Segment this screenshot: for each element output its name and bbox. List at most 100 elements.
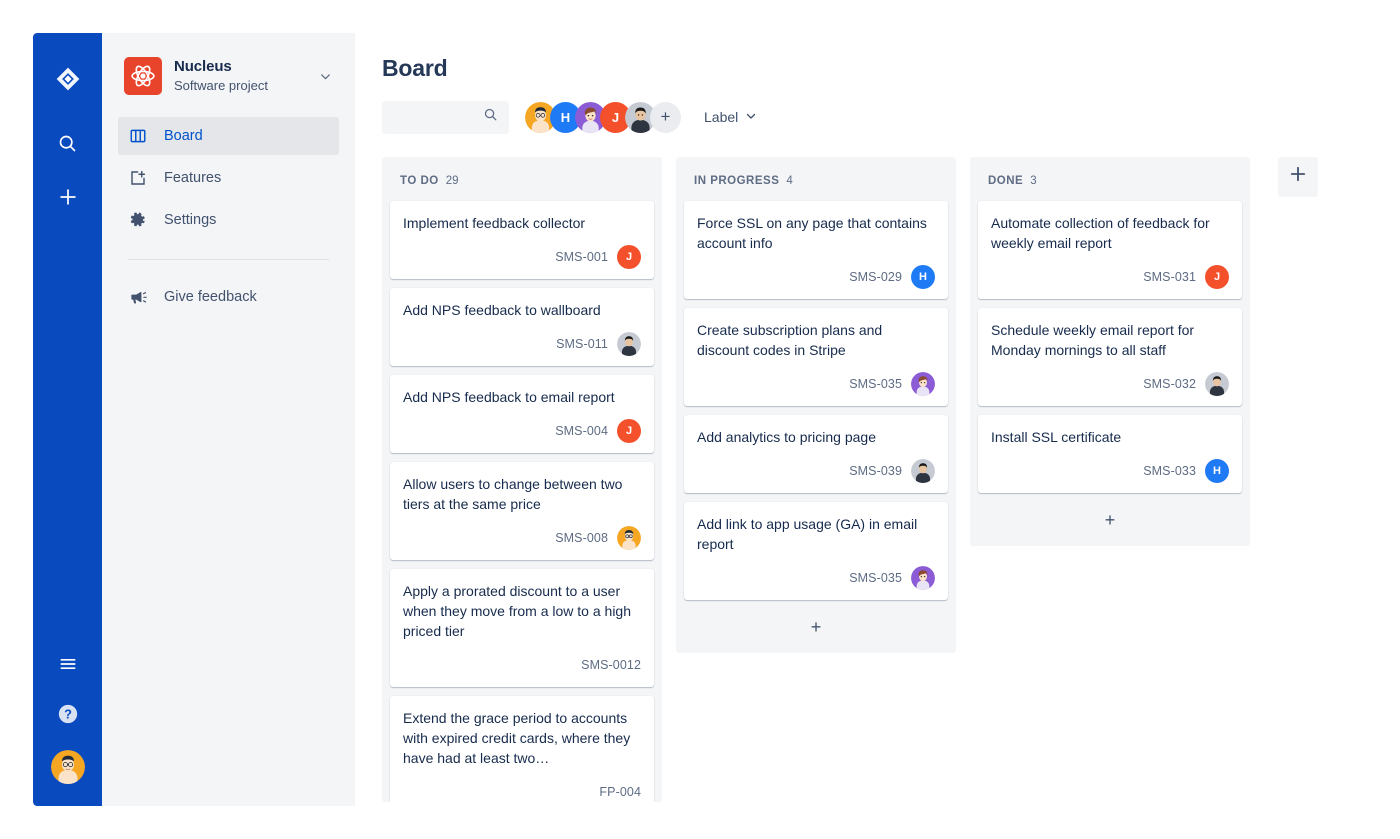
column-name: DONE (988, 175, 1023, 187)
avatar-photo[interactable] (911, 459, 935, 483)
card-footer: SMS-039 (697, 459, 935, 483)
plus-icon (1288, 164, 1308, 190)
sidebar-divider (128, 259, 329, 260)
search-icon[interactable] (48, 123, 88, 163)
avatar-initial: H (1213, 465, 1221, 477)
board-card[interactable]: Add link to app usage (GA) in email repo… (684, 502, 948, 600)
sidebar-item-board[interactable]: Board (118, 117, 339, 155)
column-count: 4 (786, 175, 792, 187)
column-name: TO DO (400, 175, 439, 187)
help-icon[interactable]: ? (48, 694, 88, 734)
column-count: 29 (446, 175, 459, 187)
search-box[interactable] (382, 101, 509, 134)
avatar-j[interactable]: J (1205, 265, 1229, 289)
add-card-button-done[interactable]: + (978, 502, 1242, 538)
board-column-in-progress: IN PROGRESS 4 Force SSL on any page that… (676, 157, 956, 653)
label-filter-text: Label (704, 109, 738, 125)
avatar-photo[interactable] (617, 332, 641, 356)
sidebar-item-label: Give feedback (164, 289, 257, 305)
card-title: Add NPS feedback to email report (403, 387, 641, 407)
card-title: Install SSL certificate (991, 427, 1229, 447)
board-card[interactable]: Add analytics to pricing page SMS-039 (684, 415, 948, 493)
plus-icon: + (661, 107, 671, 127)
card-key: SMS-031 (1143, 270, 1196, 284)
board-column-done: DONE 3 Automate collection of feedback f… (970, 157, 1250, 546)
avatar-photo[interactable] (1205, 372, 1229, 396)
sidebar-item-give-feedback[interactable]: Give feedback (118, 278, 339, 316)
board-card[interactable]: Add NPS feedback to wallboard SMS-011 (390, 288, 654, 366)
board-card[interactable]: Force SSL on any page that contains acco… (684, 201, 948, 299)
jira-logo[interactable] (48, 59, 88, 99)
board-card[interactable]: Install SSL certificate SMS-033 H (978, 415, 1242, 493)
board-card[interactable]: Automate collection of feedback for week… (978, 201, 1242, 299)
project-meta: Nucleus Software project (174, 58, 306, 94)
search-icon (483, 107, 498, 127)
board-card[interactable]: Extend the grace period to accounts with… (390, 696, 654, 802)
board-card[interactable]: Schedule weekly email report for Monday … (978, 308, 1242, 406)
card-footer: SMS-0012 (403, 653, 641, 677)
avatar-initial: J (612, 110, 619, 125)
add-card-button-in-progress[interactable]: + (684, 609, 948, 645)
card-footer: SMS-008 (403, 526, 641, 550)
sidebar-item-features[interactable]: Features (118, 159, 339, 197)
board-card[interactable]: Add NPS feedback to email report SMS-004… (390, 375, 654, 453)
board-card[interactable]: Allow users to change between two tiers … (390, 462, 654, 560)
search-input[interactable] (383, 110, 483, 125)
card-title: Extend the grace period to accounts with… (403, 708, 641, 768)
card-footer: SMS-035 (697, 566, 935, 590)
column-header: TO DO 29 (390, 167, 654, 201)
chevron-down-icon[interactable] (318, 69, 335, 84)
card-footer: SMS-029 H (697, 265, 935, 289)
card-title: Automate collection of feedback for week… (991, 213, 1229, 253)
chevron-down-icon (745, 109, 757, 125)
plus-icon: + (1105, 510, 1116, 531)
board-column-todo: TO DO 29 Implement feedback collector SM… (382, 157, 662, 802)
avatar-purple-woman[interactable] (911, 372, 935, 396)
create-plus-icon[interactable] (48, 177, 88, 217)
card-footer: FP-004 (403, 780, 641, 802)
card-title: Implement feedback collector (403, 213, 641, 233)
project-type: Software project (174, 77, 306, 94)
card-footer: SMS-004 J (403, 419, 641, 443)
project-avatar-icon (124, 57, 162, 95)
features-icon (128, 169, 148, 187)
board-card[interactable]: Create subscription plans and discount c… (684, 308, 948, 406)
assignee-avatar-group: H J (525, 102, 681, 133)
card-footer: SMS-011 (403, 332, 641, 356)
avatar-orange-glasses[interactable] (617, 526, 641, 550)
card-key: SMS-035 (849, 377, 902, 391)
card-title: Create subscription plans and discount c… (697, 320, 935, 360)
card-key: SMS-001 (555, 250, 608, 264)
avatar-h[interactable]: H (911, 265, 935, 289)
column-count: 3 (1030, 175, 1036, 187)
hamburger-menu-icon[interactable] (48, 644, 88, 684)
column-name: IN PROGRESS (694, 175, 779, 187)
sidebar-item-label: Board (164, 128, 203, 144)
board-card[interactable]: Apply a prorated discount to a user when… (390, 569, 654, 687)
sidebar-item-settings[interactable]: Settings (118, 201, 339, 239)
card-key: SMS-032 (1143, 377, 1196, 391)
card-title: Force SSL on any page that contains acco… (697, 213, 935, 253)
profile-avatar[interactable] (51, 750, 85, 784)
megaphone-icon (128, 288, 148, 307)
card-title: Add link to app usage (GA) in email repo… (697, 514, 935, 554)
add-column-button[interactable] (1278, 157, 1318, 197)
project-name: Nucleus (174, 58, 306, 75)
avatar-h[interactable]: H (1205, 459, 1229, 483)
avatar-initial: H (561, 110, 570, 125)
card-footer: SMS-035 (697, 372, 935, 396)
avatar-purple-woman[interactable] (911, 566, 935, 590)
avatar-j[interactable]: J (617, 245, 641, 269)
card-key: SMS-0012 (581, 658, 641, 672)
board-card[interactable]: Implement feedback collector SMS-001 J (390, 201, 654, 279)
card-title: Add NPS feedback to wallboard (403, 300, 641, 320)
board-columns: TO DO 29 Implement feedback collector SM… (382, 157, 1367, 802)
sidebar-item-label: Features (164, 170, 221, 186)
add-people-button[interactable]: + (650, 102, 681, 133)
card-key: FP-004 (599, 785, 641, 799)
gear-icon (128, 211, 148, 229)
avatar-j[interactable]: J (617, 419, 641, 443)
project-header[interactable]: Nucleus Software project (118, 53, 339, 95)
card-key: SMS-011 (556, 337, 608, 351)
label-filter-dropdown[interactable]: Label (704, 109, 757, 125)
